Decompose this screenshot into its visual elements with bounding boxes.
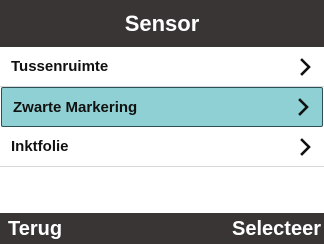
select-button[interactable]: Selecteer xyxy=(232,219,321,239)
menu-item-label: Inktfolie xyxy=(11,138,69,155)
menu-item-zwarte-markering[interactable]: Zwarte Markering xyxy=(1,87,323,127)
menu-item-label: Tussenruimte xyxy=(11,58,109,75)
chevron-right-icon xyxy=(296,57,314,76)
sensor-menu: Tussenruimte Zwarte Markering Inktfolie xyxy=(0,47,324,167)
title-bar: Sensor xyxy=(0,0,324,47)
chevron-right-icon xyxy=(294,98,312,116)
chevron-right-icon xyxy=(296,137,314,156)
menu-item-tussenruimte[interactable]: Tussenruimte xyxy=(0,47,324,87)
softkey-bar: Terug Selecteer xyxy=(0,213,324,244)
menu-item-inktfolie[interactable]: Inktfolie xyxy=(0,127,324,167)
page-title: Sensor xyxy=(124,10,200,36)
menu-item-label: Zwarte Markering xyxy=(13,98,138,116)
back-button[interactable]: Terug xyxy=(8,219,62,239)
